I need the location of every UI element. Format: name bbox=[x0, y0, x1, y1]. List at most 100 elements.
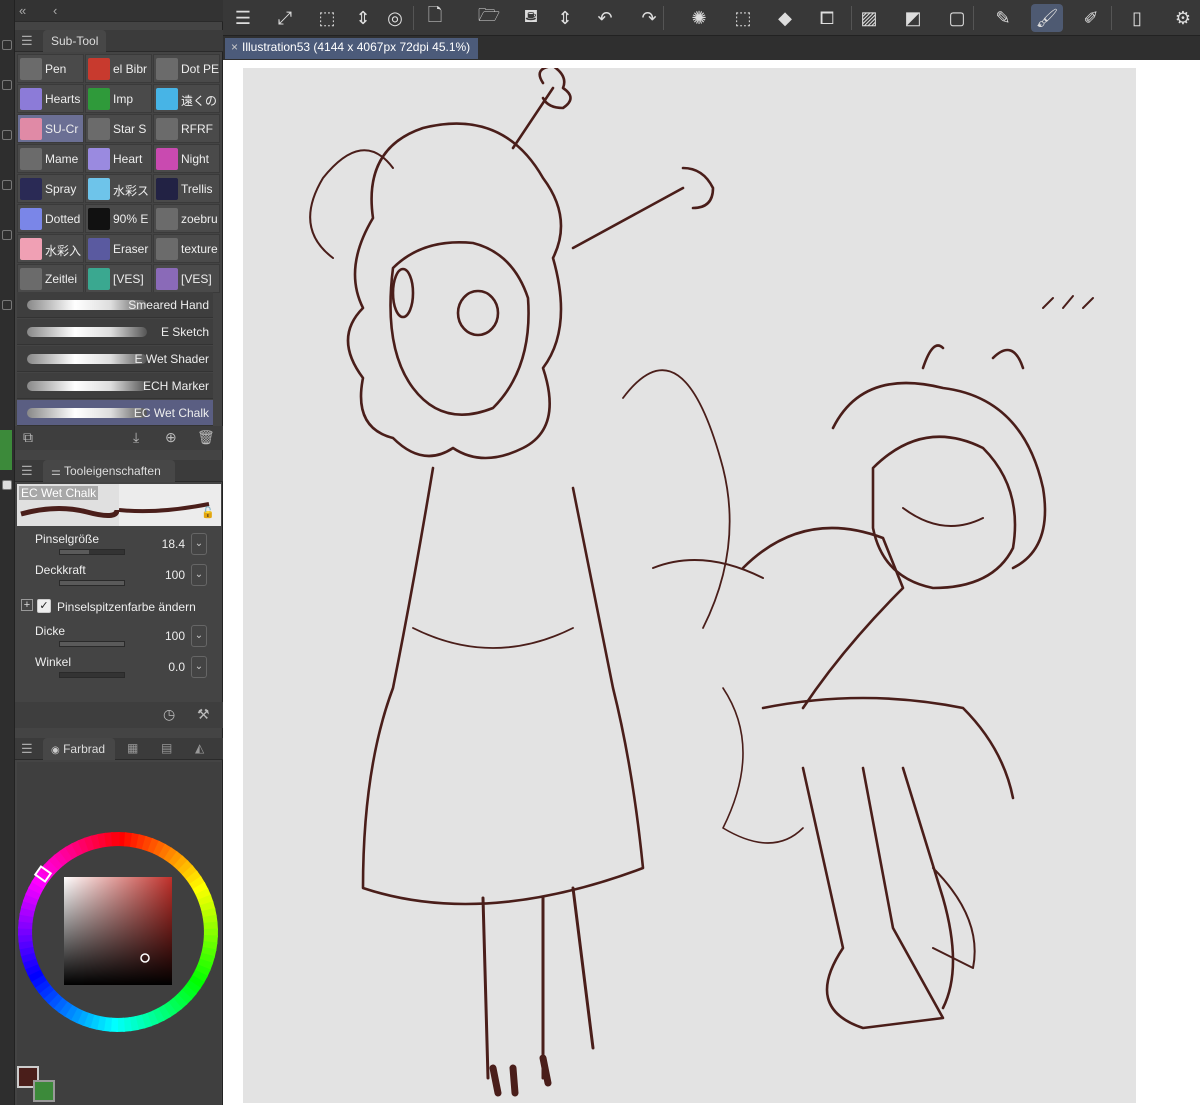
panel-menu-icon[interactable]: ☰ bbox=[21, 741, 33, 757]
brush-row[interactable]: ECH Marker bbox=[17, 373, 213, 399]
sub-color-swatch[interactable] bbox=[33, 1080, 55, 1102]
frame-icon[interactable]: ▢ bbox=[941, 4, 973, 32]
brush-row[interactable]: E Wet Shader bbox=[17, 346, 213, 372]
open-folder-icon[interactable]: 🗁 bbox=[473, 4, 505, 32]
subtool-item[interactable]: 遠くの bbox=[153, 84, 220, 113]
color-history-icon[interactable]: ▤ bbox=[161, 741, 172, 755]
menu-icon[interactable]: ☰ bbox=[227, 4, 259, 32]
property-row[interactable]: Dicke 100 ⌄ bbox=[27, 622, 207, 650]
subtool-item[interactable]: Eraser bbox=[85, 234, 152, 263]
tip-color-checkbox[interactable]: ✓ bbox=[37, 599, 51, 613]
collapse-icon[interactable]: « bbox=[19, 3, 26, 18]
device-icon[interactable]: ▯ bbox=[1121, 4, 1153, 32]
tool-icon[interactable] bbox=[2, 40, 12, 50]
fill-icon[interactable]: ◆ bbox=[769, 4, 801, 32]
sub-color-swatch-edge[interactable] bbox=[0, 430, 12, 470]
color-set-icon[interactable]: ▦ bbox=[127, 741, 138, 755]
property-button[interactable]: ⌄ bbox=[191, 656, 207, 678]
selection-icon[interactable]: ⬚ bbox=[727, 4, 759, 32]
brush-row[interactable]: EC Wet Chalk bbox=[17, 400, 213, 426]
back-icon[interactable]: ‹ bbox=[53, 3, 57, 18]
tool-icon[interactable] bbox=[2, 300, 12, 310]
tool-icon[interactable] bbox=[2, 230, 12, 240]
download-icon[interactable]: ⤓ bbox=[133, 429, 139, 446]
lock-icon[interactable]: 🔓 bbox=[201, 506, 215, 519]
property-value[interactable]: 18.4 bbox=[162, 537, 185, 551]
duplicate-icon[interactable]: ⊕ bbox=[165, 429, 177, 446]
expand-icon[interactable]: + bbox=[21, 599, 33, 611]
subtool-item[interactable]: Hearts bbox=[17, 84, 84, 113]
panel-menu-icon[interactable]: ☰ bbox=[21, 463, 33, 479]
subtool-item[interactable]: Dotted bbox=[17, 204, 84, 233]
subtool-item[interactable]: 90% E bbox=[85, 204, 152, 233]
subtool-item[interactable]: texture bbox=[153, 234, 220, 263]
subtool-item[interactable]: [VES] bbox=[85, 264, 152, 293]
property-slider[interactable] bbox=[59, 549, 125, 555]
invert-icon[interactable]: ◩ bbox=[897, 4, 929, 32]
subtool-item[interactable]: 水彩ス bbox=[85, 174, 152, 203]
color-slider-icon[interactable]: ◭ bbox=[195, 741, 204, 755]
property-value[interactable]: 100 bbox=[165, 568, 185, 582]
property-row[interactable]: Winkel 0.0 ⌄ bbox=[27, 653, 207, 681]
property-slider[interactable] bbox=[59, 641, 125, 647]
subtool-item[interactable]: Mame bbox=[17, 144, 84, 173]
property-row[interactable]: Pinselgröße 18.4 ⌄ bbox=[27, 530, 207, 558]
subtool-item[interactable]: [VES] bbox=[153, 264, 220, 293]
subtool-item[interactable]: SU-Cr bbox=[17, 114, 84, 143]
updown-icon[interactable]: ⇕ bbox=[549, 4, 581, 32]
subtool-item[interactable]: Zeitlei bbox=[17, 264, 84, 293]
redo-icon[interactable]: ↷ bbox=[633, 4, 665, 32]
save-icon[interactable]: ⛾ bbox=[515, 4, 547, 32]
property-button[interactable]: ⌄ bbox=[191, 625, 207, 647]
property-value[interactable]: 0.0 bbox=[168, 660, 185, 674]
brush-tool-icon[interactable]: 🖌 bbox=[1031, 4, 1063, 32]
subtool-item[interactable]: Star S bbox=[85, 114, 152, 143]
subtool-item[interactable]: Trellis bbox=[153, 174, 220, 203]
spiral-icon[interactable]: ◎ bbox=[379, 4, 411, 32]
trash-icon[interactable]: 🗑 bbox=[197, 429, 215, 446]
property-button[interactable]: ⌄ bbox=[191, 533, 207, 555]
timer-icon[interactable]: ◷ bbox=[163, 706, 175, 723]
canvas-paper[interactable] bbox=[243, 68, 1136, 1103]
tab-subtool[interactable]: Sub-Tool bbox=[43, 30, 107, 52]
property-row[interactable]: Deckkraft 100 ⌄ bbox=[27, 561, 207, 589]
tab-color-wheel[interactable]: ◉ Farbrad bbox=[43, 738, 115, 760]
tool-icon[interactable] bbox=[2, 130, 12, 140]
tool-icon[interactable] bbox=[2, 180, 12, 190]
undo-icon[interactable]: ↶ bbox=[589, 4, 621, 32]
property-slider[interactable] bbox=[59, 672, 125, 678]
new-file-icon[interactable]: 🗋 bbox=[419, 4, 451, 32]
tab-tool-properties[interactable]: ⚌ Tooleigenschaften bbox=[43, 460, 175, 482]
hide-selection-icon[interactable]: ▨ bbox=[853, 4, 885, 32]
hue-segment[interactable] bbox=[111, 832, 120, 847]
color-wheel[interactable] bbox=[17, 762, 221, 1062]
subtool-item[interactable]: Dot PE bbox=[153, 54, 220, 83]
document-tab[interactable]: × Illustration53 (4144 x 4067px 72dpi 45.… bbox=[225, 38, 479, 59]
subtool-item[interactable]: Spray bbox=[17, 174, 84, 203]
wrench-icon[interactable]: ⚒ bbox=[197, 706, 210, 723]
subtool-item[interactable]: Pen bbox=[17, 54, 84, 83]
subtool-item[interactable]: Imp bbox=[85, 84, 152, 113]
eraser-tool-icon[interactable]: ✐ bbox=[1075, 4, 1107, 32]
settings-icon[interactable]: ⚙ bbox=[1167, 4, 1199, 32]
transform-icon[interactable]: ⬚ bbox=[311, 4, 343, 32]
copy-icon[interactable]: ⧉ bbox=[23, 429, 33, 446]
subtool-item[interactable]: Heart bbox=[85, 144, 152, 173]
brush-row[interactable]: E Sketch bbox=[17, 319, 213, 345]
tool-icon[interactable] bbox=[2, 80, 12, 90]
updown-icon[interactable]: ⇕ bbox=[347, 4, 379, 32]
subtool-item[interactable]: RFRF bbox=[153, 114, 220, 143]
tool-icon[interactable] bbox=[2, 480, 12, 490]
subtool-item[interactable]: Night bbox=[153, 144, 220, 173]
subtool-item[interactable]: el Bibr bbox=[85, 54, 152, 83]
resize-canvas-icon[interactable]: ⤢ bbox=[269, 4, 301, 32]
brush-row[interactable]: Smeared Hand bbox=[17, 292, 213, 318]
property-button[interactable]: ⌄ bbox=[191, 564, 207, 586]
loading-icon[interactable]: ✺ bbox=[683, 4, 715, 32]
crop-icon[interactable]: ⧠ bbox=[811, 4, 843, 32]
property-value[interactable]: 100 bbox=[165, 629, 185, 643]
subtool-item[interactable]: 水彩入 bbox=[17, 234, 84, 263]
close-icon[interactable]: × bbox=[231, 40, 238, 54]
panel-menu-icon[interactable]: ☰ bbox=[21, 33, 33, 49]
property-slider[interactable] bbox=[59, 580, 125, 586]
